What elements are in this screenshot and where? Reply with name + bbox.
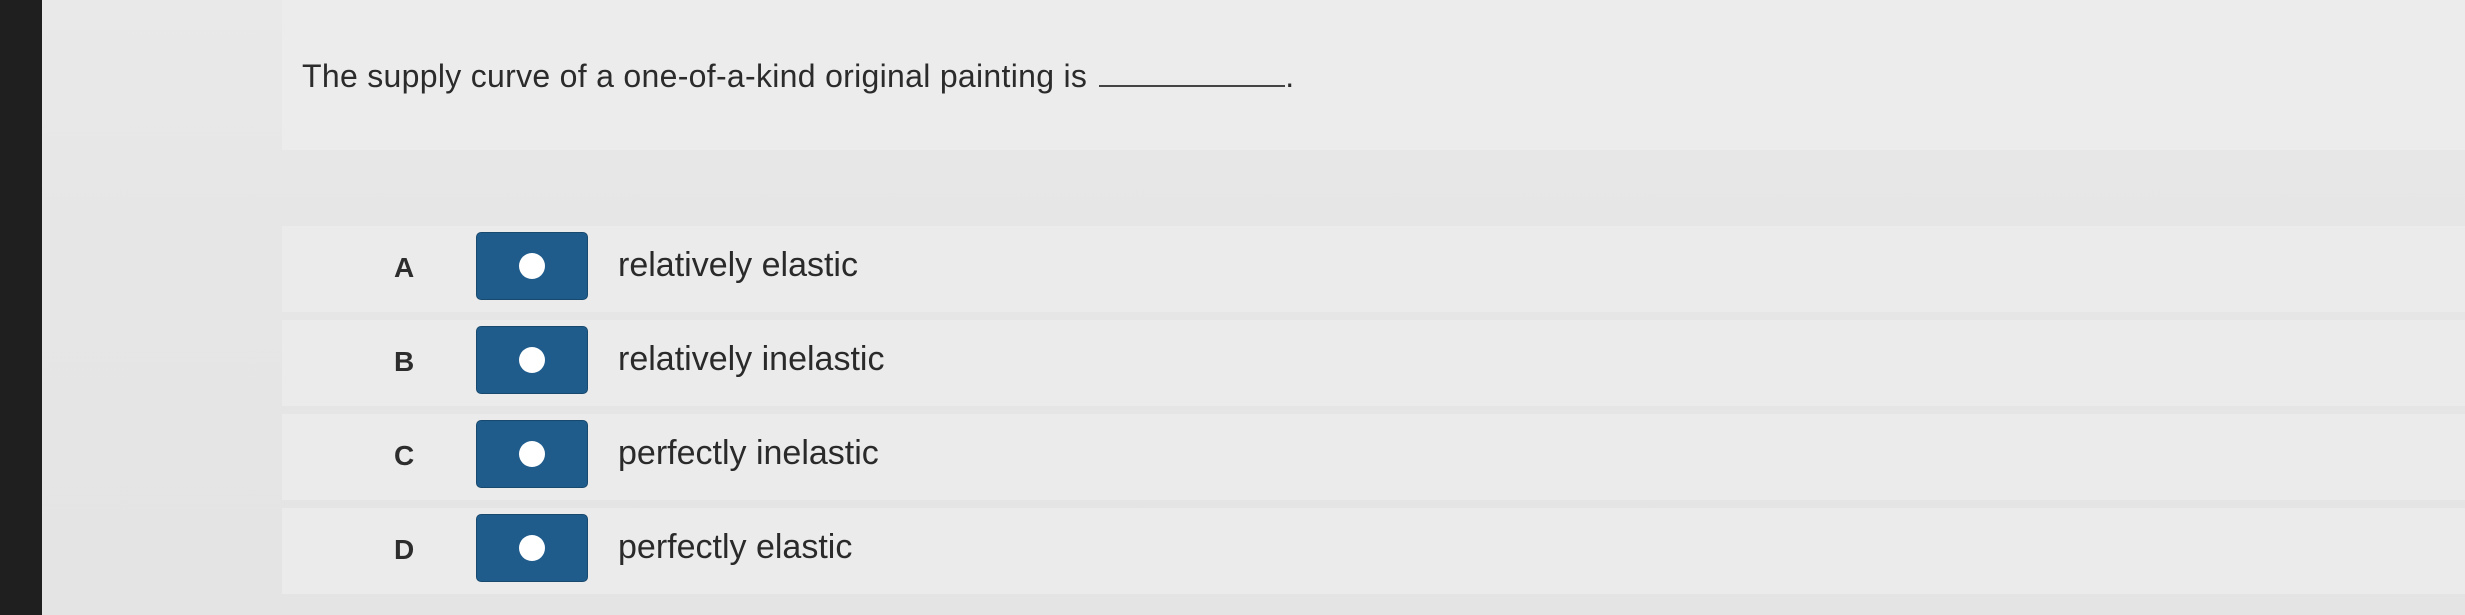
answer-blank xyxy=(1099,61,1286,87)
question-prompt: The supply curve of a one-of-a-kind orig… xyxy=(302,58,1294,95)
option-label: perfectly inelastic xyxy=(618,434,879,472)
radio-button-c[interactable] xyxy=(476,420,588,488)
question-text: The supply curve of a one-of-a-kind orig… xyxy=(302,58,1088,94)
radio-button-a[interactable] xyxy=(476,232,588,300)
option-label: perfectly elastic xyxy=(618,528,853,566)
option-d[interactable]: D perfectly elastic xyxy=(282,508,2465,594)
answer-options: A relatively elastic B relatively inelas… xyxy=(282,226,2465,602)
radio-dot-icon xyxy=(519,253,545,279)
option-letter: C xyxy=(394,440,415,471)
question-period: . xyxy=(1285,58,1295,94)
option-label: relatively elastic xyxy=(618,246,858,284)
radio-button-d[interactable] xyxy=(476,514,588,582)
radio-button-b[interactable] xyxy=(476,326,588,394)
option-letter: B xyxy=(394,346,415,377)
option-letter: D xyxy=(394,534,415,565)
radio-dot-icon xyxy=(519,535,545,561)
option-c[interactable]: C perfectly inelastic xyxy=(282,414,2465,500)
option-b[interactable]: B relatively inelastic xyxy=(282,320,2465,406)
radio-dot-icon xyxy=(519,441,545,467)
option-label: relatively inelastic xyxy=(618,340,885,378)
option-letter: A xyxy=(394,252,415,283)
radio-dot-icon xyxy=(519,347,545,373)
quiz-screen: The supply curve of a one-of-a-kind orig… xyxy=(42,0,2465,615)
option-a[interactable]: A relatively elastic xyxy=(282,226,2465,312)
